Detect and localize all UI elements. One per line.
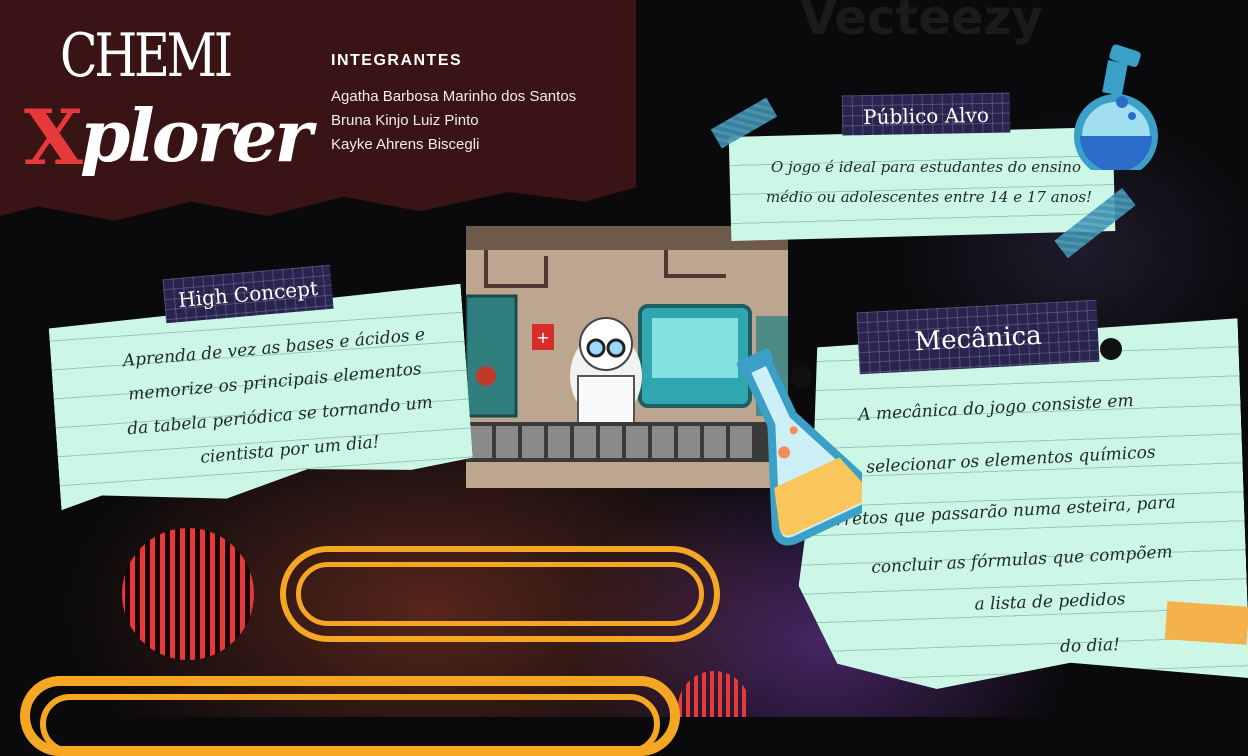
pin-dot xyxy=(1100,338,1122,360)
round-flask-icon xyxy=(1074,44,1158,170)
title-line-1: CHEMI xyxy=(60,21,233,91)
high-concept-label-text: High Concept xyxy=(177,275,319,313)
mecanica-label: Mecânica xyxy=(856,299,1100,375)
title-x-letter: X xyxy=(24,93,83,182)
tape-decoration xyxy=(1164,601,1248,645)
watermark: Vecteezy xyxy=(800,0,1043,46)
publico-label-text: Público Alvo xyxy=(862,102,990,130)
publico-line: médio ou adolescentes entre 14 e 17 anos… xyxy=(765,188,1093,206)
publico-line: O jogo é ideal para estudantes do ensino xyxy=(771,158,1081,176)
mecanica-label-text: Mecânica xyxy=(913,320,1043,358)
striped-circle-decoration xyxy=(678,671,746,717)
mecanica-line: do dia! xyxy=(1059,634,1121,658)
orange-pill-decoration xyxy=(296,562,704,626)
striped-circle-decoration xyxy=(122,528,254,660)
publico-note xyxy=(728,126,1116,242)
member-name: Bruna Kinjo Luiz Pinto xyxy=(331,112,479,129)
erlenmeyer-flask-icon xyxy=(736,348,862,546)
svg-text:+: + xyxy=(536,328,549,347)
orange-pill-decoration xyxy=(40,694,660,754)
title-line-2: plorer xyxy=(80,93,312,178)
member-name: Agatha Barbosa Marinho dos Santos xyxy=(331,88,577,105)
member-name: Kayke Ahrens Biscegli xyxy=(331,136,480,153)
publico-label: Público Alvo xyxy=(841,92,1011,136)
members-heading: INTEGRANTES xyxy=(331,52,463,69)
